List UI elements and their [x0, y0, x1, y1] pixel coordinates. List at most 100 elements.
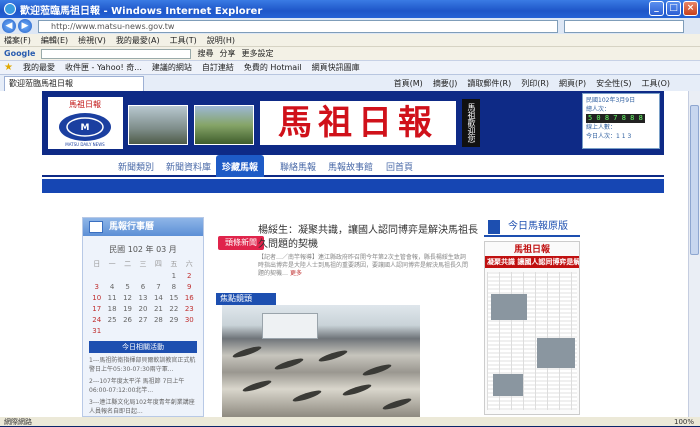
- today-count: 今日人次：1 1 3: [586, 133, 632, 140]
- logo-icon[interactable]: 馬祖日報 M MATSU DAILY NEWS: [48, 97, 123, 149]
- maximize-button[interactable]: □: [666, 1, 681, 16]
- more-link[interactable]: 更多: [290, 270, 302, 277]
- calendar-day[interactable]: 27: [135, 316, 150, 324]
- calendar-day[interactable]: 28: [151, 316, 166, 324]
- calendar-day[interactable]: 12: [120, 294, 135, 302]
- calendar-day[interactable]: 17: [89, 305, 104, 313]
- calendar-day[interactable]: 1: [166, 272, 181, 280]
- focus-photo[interactable]: [222, 305, 420, 417]
- nav-home[interactable]: 回首頁: [386, 160, 413, 173]
- cmd-safety[interactable]: 安全性(S): [596, 78, 631, 89]
- calendar-day[interactable]: 23: [182, 305, 197, 313]
- calendar-day[interactable]: 10: [89, 294, 104, 302]
- google-search-input[interactable]: [41, 48, 192, 59]
- header-photo-house: [194, 105, 254, 145]
- calendar-day[interactable]: 25: [104, 316, 119, 324]
- back-button-icon[interactable]: ◀: [2, 19, 16, 33]
- svg-text:M: M: [81, 123, 90, 133]
- today-paper-panel: 今日馬報原版 馬祖日報 凝聚共識 讓國人認同博弈是解決馬祖長久問題的契機: [484, 217, 580, 417]
- cmd-page[interactable]: 網頁(P): [559, 78, 586, 89]
- nav-news-category[interactable]: 新聞類別: [118, 160, 154, 173]
- schedule-item[interactable]: 1---馬祖防衛指揮部貝爾軟訓教官正式航警日上午05:30-07:30兩守軍..…: [89, 356, 197, 374]
- calendar-day[interactable]: 21: [151, 305, 166, 313]
- favorite-link[interactable]: 網頁快訊圖庫: [312, 62, 360, 73]
- google-search-button[interactable]: 搜尋: [197, 48, 213, 59]
- headline-title[interactable]: 楊綏生：凝聚共識，讓國人認同博弈是解決馬祖長久問題的契機: [258, 224, 478, 252]
- calendar-day[interactable]: 19: [120, 305, 135, 313]
- menu-help[interactable]: 說明(H): [207, 35, 235, 46]
- calendar-day[interactable]: 24: [89, 316, 104, 324]
- calendar-weekday: 五: [170, 260, 178, 268]
- favorite-link[interactable]: 免費的 Hotmail: [244, 62, 302, 73]
- calendar-day[interactable]: 2: [182, 272, 197, 280]
- search-input[interactable]: [564, 19, 684, 33]
- calendar-day[interactable]: 5: [120, 283, 135, 291]
- cmd-mail[interactable]: 讀取郵件(R): [467, 78, 511, 89]
- calendar-weekday: 二: [124, 260, 132, 268]
- status-bar: 網際網路 100%: [0, 417, 700, 426]
- calendar-day[interactable]: 18: [104, 305, 119, 313]
- calendar-day[interactable]: 30: [182, 316, 197, 324]
- calendar-day[interactable]: 11: [104, 294, 119, 302]
- scrollbar-thumb[interactable]: [690, 105, 699, 255]
- calendar-weekday: 一: [108, 260, 116, 268]
- minimize-button[interactable]: _: [649, 1, 664, 16]
- calendar-day[interactable]: 8: [166, 283, 181, 291]
- cmd-feeds[interactable]: 摘要(J): [433, 78, 458, 89]
- tab-bar: 歡迎蒞臨馬祖日報 首頁(M) 摘要(J) 讀取郵件(R) 列印(R) 網頁(P)…: [0, 74, 700, 91]
- logo-text: 馬祖日報: [69, 99, 101, 109]
- google-more-button[interactable]: 更多設定: [241, 48, 273, 59]
- menu-view[interactable]: 檢視(V): [78, 35, 106, 46]
- tab-current[interactable]: 歡迎蒞臨馬祖日報: [4, 75, 144, 91]
- nav-contact[interactable]: 聯絡馬報: [280, 160, 316, 173]
- favorite-link[interactable]: 收件匣 - Yahoo! 奇...: [65, 62, 142, 73]
- favorite-link[interactable]: 建議的網站: [152, 62, 192, 73]
- calendar-day[interactable]: 16: [182, 294, 197, 302]
- calendar-day[interactable]: 7: [151, 283, 166, 291]
- status-text: 網際網路: [4, 417, 32, 426]
- calendar-day[interactable]: 3: [89, 283, 104, 291]
- schedule-item[interactable]: 3---連江縣文化局102年度青年創業講座人員報名自即日起...: [89, 398, 197, 416]
- favorite-link[interactable]: 自訂連結: [202, 62, 234, 73]
- calendar-day: [104, 272, 119, 280]
- site-nav: 新聞類別 新聞資料庫 珍藏馬報 聯絡馬報 馬報故事館 回首頁: [42, 155, 664, 177]
- nav-collection[interactable]: 珍藏馬報: [216, 155, 265, 177]
- today-paper-title: 今日馬報原版: [484, 217, 580, 237]
- nav-news-database[interactable]: 新聞資料庫: [166, 160, 211, 173]
- calendar-day[interactable]: 31: [89, 327, 104, 335]
- calendar-grid: 日一二三四五六 1 2 3 4 5 6 7 8 9 10 11 12 13 14 15 16 17 18 19 20 21…: [89, 259, 197, 335]
- zoom-level[interactable]: 100%: [674, 418, 700, 426]
- forward-button-icon[interactable]: ▶: [18, 19, 32, 33]
- menu-edit[interactable]: 編輯(E): [41, 35, 68, 46]
- favorites-label[interactable]: 我的最愛: [23, 62, 55, 73]
- calendar-day[interactable]: 26: [120, 316, 135, 324]
- url-input[interactable]: http://www.matsu-news.gov.tw: [38, 19, 558, 33]
- menu-file[interactable]: 檔案(F): [4, 35, 31, 46]
- calendar-day[interactable]: 6: [135, 283, 150, 291]
- cmd-home[interactable]: 首頁(M): [394, 78, 423, 89]
- site-brand: 馬祖日報: [260, 101, 456, 145]
- vertical-scrollbar[interactable]: [688, 91, 700, 417]
- schedule-item[interactable]: 2---107年度太平洋 馬祖節 7日上午06:00-07:12:00北竿...: [89, 377, 197, 395]
- calendar-day[interactable]: 4: [104, 283, 119, 291]
- calendar-day[interactable]: 14: [151, 294, 166, 302]
- nav-story[interactable]: 馬報故事館: [328, 160, 373, 173]
- calendar-day[interactable]: 22: [166, 305, 181, 313]
- calendar-day[interactable]: 9: [182, 283, 197, 291]
- google-toolbar: Google 搜尋 分享 更多設定: [0, 46, 700, 60]
- calendar-day[interactable]: 15: [166, 294, 181, 302]
- google-share-button[interactable]: 分享: [219, 48, 235, 59]
- calendar-day[interactable]: 29: [166, 316, 181, 324]
- cmd-print[interactable]: 列印(R): [521, 78, 549, 89]
- close-button[interactable]: ×: [683, 1, 698, 16]
- headline-body: 【記者…／南竿報導】連江縣政府昨召開今年第2次主管會報，縣長楊綏生致詞時指出博弈…: [258, 254, 470, 278]
- calendar-day[interactable]: 20: [135, 305, 150, 313]
- cmd-tools[interactable]: 工具(O): [641, 78, 670, 89]
- menu-favorites[interactable]: 我的最愛(A): [116, 35, 160, 46]
- today-paper-title-text: 今日馬報原版: [508, 221, 568, 232]
- star-icon[interactable]: ★: [4, 62, 13, 73]
- focus-title: 焦點鏡頭: [216, 293, 276, 305]
- calendar-day[interactable]: 13: [135, 294, 150, 302]
- menu-tools[interactable]: 工具(T): [170, 35, 197, 46]
- today-paper-image[interactable]: 馬祖日報 凝聚共識 讓國人認同博弈是解決馬祖長久問題的契機: [484, 241, 580, 415]
